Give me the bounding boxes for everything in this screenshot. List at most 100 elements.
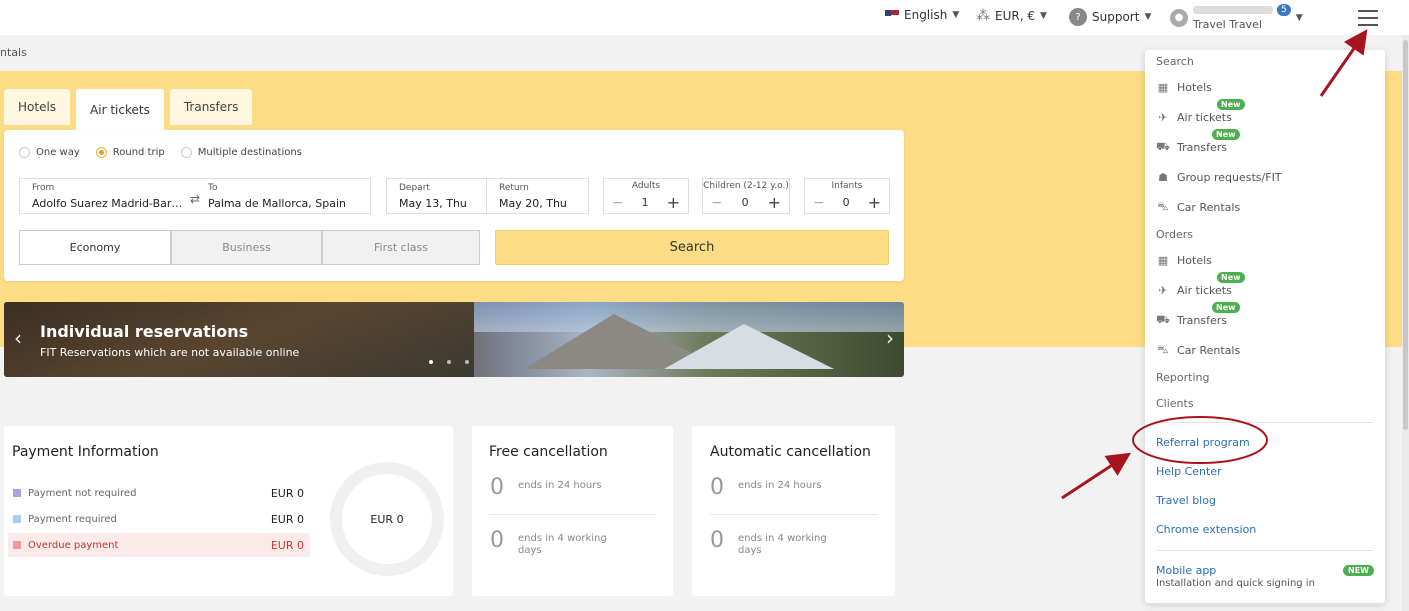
menu-search-hotels[interactable]: ▦ Hotels [1156, 81, 1212, 94]
menu-orders-hotels[interactable]: ▦ Hotels [1156, 254, 1212, 267]
carousel-dots [429, 360, 469, 364]
hamburger-menu-icon[interactable] [1358, 10, 1378, 26]
menu-chrome-extension-link[interactable]: Chrome extension [1156, 523, 1256, 536]
currency-selector[interactable]: ⁂ EUR, € ▼ [976, 8, 1047, 24]
user-menu[interactable]: ● 5 Travel Travel ▼ [1170, 4, 1303, 31]
payment-title: Payment Information [12, 444, 159, 460]
return-label: Return [499, 183, 529, 193]
from-field[interactable]: From Adolfo Suarez Madrid-Bar… [20, 179, 190, 213]
payment-row: Payment required EUR 0 [8, 507, 310, 531]
cancellation-count: 0 [490, 528, 504, 553]
car-transfer-icon: ⛟ [1156, 140, 1170, 153]
new-badge: New [1212, 129, 1240, 140]
airplane-icon: ✈ [1158, 284, 1168, 297]
depart-field[interactable]: Depart May 13, Thu [386, 178, 487, 214]
radio-label: Multiple destinations [197, 147, 302, 158]
depart-label: Depart [399, 183, 430, 193]
tab-transfers[interactable]: Transfers [169, 89, 253, 125]
payment-row-overdue: Overdue payment EUR 0 [8, 533, 310, 557]
donut-label: EUR 0 [370, 512, 404, 526]
breadcrumb[interactable]: ntals [0, 46, 27, 59]
promo-banner[interactable]: ‹ Individual reservations FIT Reservatio… [4, 302, 904, 377]
minus-icon[interactable]: − [711, 195, 723, 211]
menu-referral-program-link[interactable]: Referral program [1156, 436, 1250, 449]
cancellation-text: ends in 24 hours [518, 480, 602, 491]
plus-icon[interactable]: + [768, 193, 781, 212]
new-badge: New [1217, 99, 1245, 110]
banner-title: Individual reservations [40, 322, 249, 341]
class-economy-button[interactable]: Economy [19, 230, 171, 265]
chevron-down-icon: ▼ [952, 10, 960, 20]
legend-swatch [13, 489, 21, 497]
menu-orders-air-tickets[interactable]: ✈ Air tickets [1156, 284, 1231, 297]
new-badge: NEW [1343, 565, 1374, 576]
radio-one-way[interactable]: One way [19, 147, 80, 158]
minus-icon[interactable]: − [813, 195, 825, 211]
support-menu[interactable]: ? Support ▼ [1069, 8, 1151, 26]
language-label: English [904, 8, 948, 22]
cancellation-text: ends in 4 working days [738, 533, 827, 556]
menu-search-transfers[interactable]: ⛟ Transfers [1156, 140, 1227, 154]
page-scrollbar-thumb[interactable] [1403, 40, 1408, 430]
children-count: 0 [741, 196, 749, 209]
cancellation-text: ends in 4 working days [518, 533, 607, 556]
to-field[interactable]: To Palma de Mallorca, Spain [196, 179, 370, 213]
support-label: Support [1092, 10, 1140, 24]
payment-row-label: Payment required [28, 513, 117, 525]
carousel-dot[interactable] [429, 360, 433, 364]
payment-row-label: Payment not required [28, 487, 137, 499]
menu-clients[interactable]: Clients [1156, 397, 1194, 410]
menu-item-label: Transfers [1177, 141, 1227, 154]
hotel-icon: ▦ [1157, 254, 1169, 267]
chevron-down-icon: ▼ [1295, 12, 1303, 23]
depart-value: May 13, Thu [399, 197, 467, 210]
menu-reporting[interactable]: Reporting [1156, 371, 1209, 384]
menu-help-center-link[interactable]: Help Center [1156, 465, 1222, 478]
menu-orders-car-rentals[interactable]: ⛍ Car Rentals [1156, 343, 1240, 357]
tab-hotels[interactable]: Hotels [4, 89, 71, 125]
payment-info-card: Payment Information Payment not required… [4, 426, 453, 596]
children-stepper: Children (2-12 y.o.) − 0 + [702, 178, 790, 214]
infants-count: 0 [842, 196, 850, 209]
mobile-app-subtitle: Installation and quick signing in [1156, 578, 1315, 589]
menu-travel-blog-link[interactable]: Travel blog [1156, 494, 1216, 507]
minus-icon[interactable]: − [612, 195, 624, 211]
group-icon: ☗ [1158, 171, 1168, 184]
notification-badge[interactable]: 5 [1277, 4, 1291, 16]
menu-search-air-tickets[interactable]: ✈ Air tickets [1156, 111, 1231, 124]
menu-orders-transfers[interactable]: ⛟ Transfers [1156, 313, 1227, 327]
payment-row: Payment not required EUR 0 [8, 481, 310, 505]
radio-icon [180, 147, 192, 158]
plus-icon[interactable]: + [667, 193, 680, 212]
language-selector[interactable]: English ▼ [885, 8, 959, 22]
carousel-dot[interactable] [465, 360, 469, 364]
radio-icon [19, 147, 30, 158]
search-tabs: Hotels Air tickets Transfers [4, 89, 253, 130]
infants-stepper: Infants − 0 + [804, 178, 890, 214]
menu-search-car-rentals[interactable]: ⛍ Car Rentals [1156, 200, 1241, 214]
return-value: May 20, Thu [499, 197, 567, 210]
class-business-button[interactable]: Business [171, 230, 322, 265]
chevron-right-icon[interactable]: › [886, 326, 894, 350]
tab-air-tickets[interactable]: Air tickets [76, 89, 164, 130]
radio-label: One way [36, 147, 80, 158]
radio-round-trip[interactable]: Round trip [95, 147, 165, 158]
radio-multiple-destinations[interactable]: Multiple destinations [180, 147, 302, 158]
menu-search-group-requests[interactable]: ☗ Group requests/FIT [1156, 171, 1281, 184]
plus-icon[interactable]: + [868, 193, 881, 212]
cancellation-count: 0 [710, 528, 724, 553]
menu-mobile-app-link[interactable]: Mobile app [1156, 564, 1216, 577]
us-flag-icon [885, 10, 899, 20]
return-field[interactable]: Return May 20, Thu [486, 178, 589, 214]
search-button[interactable]: Search [495, 230, 889, 265]
divider [710, 514, 878, 515]
class-first-button[interactable]: First class [322, 230, 480, 265]
menu-item-label: Car Rentals [1177, 201, 1241, 214]
legend-swatch [13, 515, 21, 523]
banner-image-snow-peak [664, 324, 834, 369]
carousel-dot[interactable] [447, 360, 451, 364]
chevron-left-icon[interactable]: ‹ [14, 326, 22, 350]
flight-search-form: One way Round trip Multiple destinations… [4, 130, 904, 281]
chevron-down-icon: ▼ [1039, 11, 1047, 21]
user-email-redacted [1193, 6, 1273, 14]
